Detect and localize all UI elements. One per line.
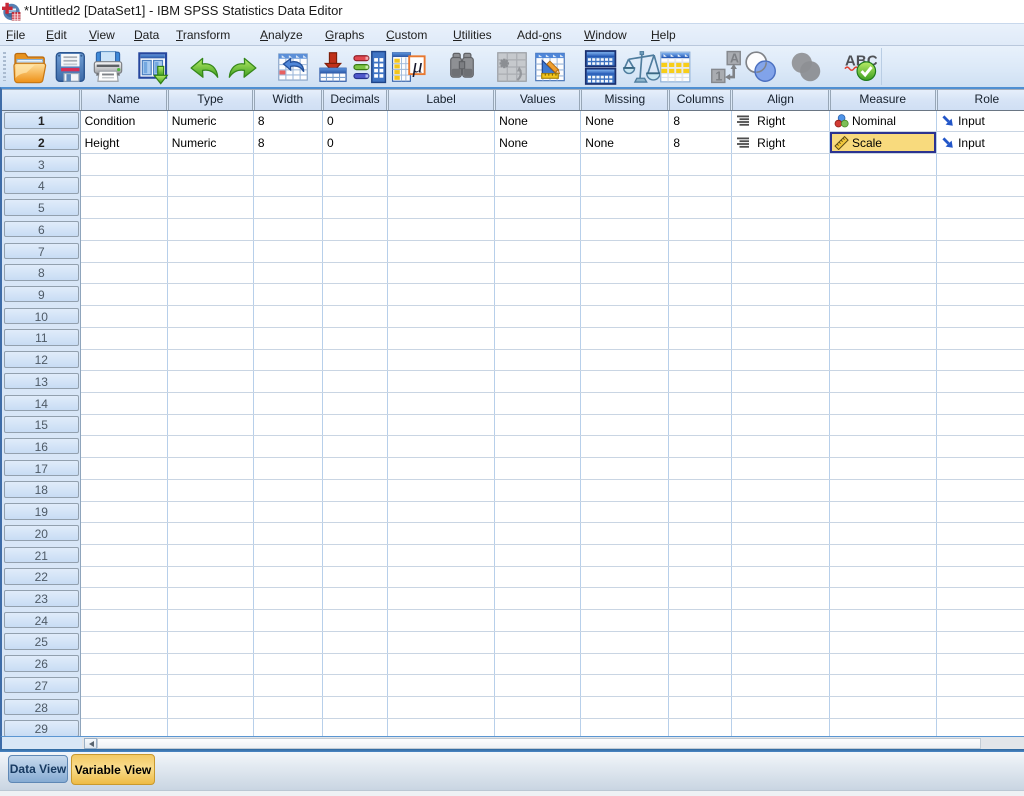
svg-text:μ: μ [412, 55, 423, 77]
svg-text:A: A [730, 52, 739, 66]
svg-text:1: 1 [715, 70, 722, 84]
